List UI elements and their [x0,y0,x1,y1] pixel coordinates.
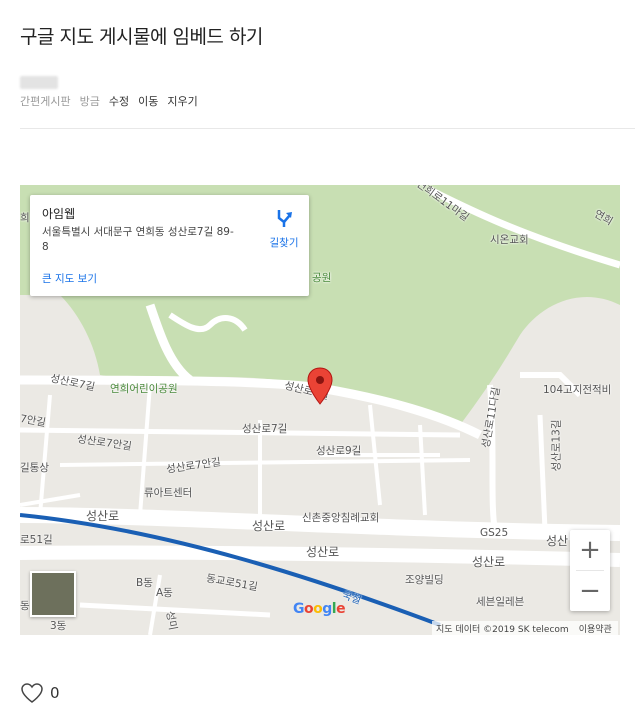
map-attribution: 지도 데이터 ©2019 SK telecom 이용약관 [432,621,618,635]
map-label: 성산로9길 [316,445,362,457]
zoom-in-button[interactable]: + [570,530,610,570]
terms-link[interactable]: 이용약관 [579,622,612,635]
map-label: 로51길 [20,534,53,546]
map-label: 동 [20,600,30,612]
header-divider [20,128,635,129]
directions-button[interactable]: 길찾기 [264,207,304,250]
map-label: 류아트센터 [144,487,193,499]
post-title: 구글 지도 게시물에 임베드 하기 [20,26,263,48]
map-label: GS25 [480,527,509,539]
map-label: 성산로 [472,555,506,569]
map-label: 성산 [546,534,569,548]
delete-link[interactable]: 지우기 [167,93,197,109]
place-name: 아임웹 [42,207,76,221]
map-label: 성산로 [306,545,340,559]
map-label: 성산로 [86,509,120,523]
move-link[interactable]: 이동 [138,93,158,109]
post-time: 방금 [79,95,100,108]
google-logo: Google [293,601,346,617]
map-label: 길통상 [20,462,49,474]
map-label: A동 [156,587,173,599]
location-pin-icon[interactable] [307,367,333,405]
map-label: 성미 [163,610,179,632]
map-info-card: 아임웹 서울특별시 서대문구 연희동 성산로7길 89-8 큰 지도 보기 길찾… [30,195,309,296]
map-label: 세븐일레븐 [476,596,525,608]
map-label: 공원 [312,272,332,284]
map-label: 성산로13길 [550,419,563,472]
larger-map-link[interactable]: 큰 지도 보기 [42,271,97,286]
directions-icon [277,210,292,227]
map-label: 3동 [50,620,67,632]
heart-icon [21,683,43,703]
place-address: 서울특별시 서대문구 연희동 성산로7길 89-8 [42,226,234,253]
satellite-toggle[interactable] [30,571,76,617]
map-label: 성산로 [252,519,286,533]
directions-label: 길찾기 [269,237,299,249]
board-name[interactable]: 간편게시판 [20,93,71,109]
post-meta: 간편게시판 방금 수정 이동 지우기 [20,93,198,109]
embedded-map[interactable]: 연희로11마길 시온교회 연희 희 공원 성산로7길 연희어린이공원 성산로7길… [20,185,620,635]
map-label: 희 [20,212,30,224]
map-label: 성산로7길 [242,423,288,435]
author-avatar-blurred [20,76,58,89]
map-label: 연희어린이공원 [110,383,178,395]
like-count: 0 [50,684,60,702]
map-label: 신촌중앙침례교회 [302,512,380,524]
map-label: 시온교회 [490,234,529,246]
edit-link[interactable]: 수정 [109,93,129,109]
map-label: B동 [136,577,153,589]
like-button[interactable]: 0 [20,682,60,704]
zoom-controls: + − [570,530,610,611]
map-label: 조양빌딩 [405,574,444,586]
zoom-out-button[interactable]: − [570,571,610,611]
map-label: 104고지전적비 [543,384,612,396]
map-data-credit: 지도 데이터 ©2019 SK telecom [436,625,569,635]
